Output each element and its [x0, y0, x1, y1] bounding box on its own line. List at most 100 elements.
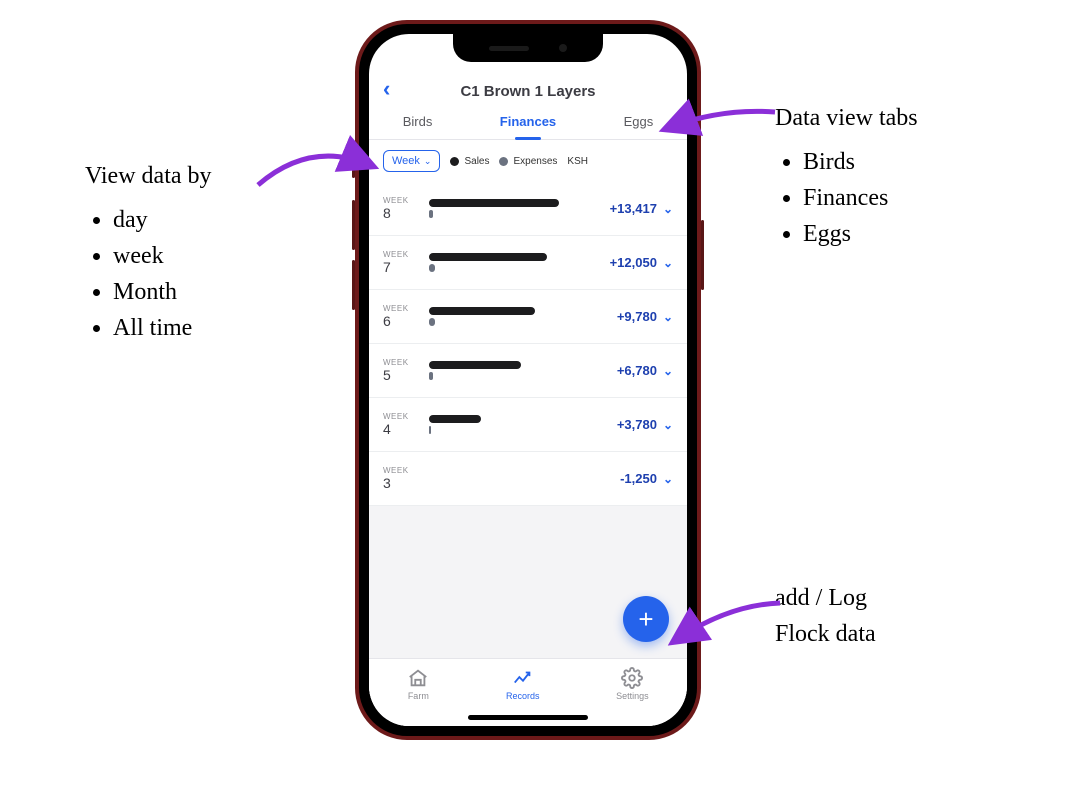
sales-dot-icon: [450, 157, 459, 166]
annotation-bottom-sub: Flock data: [775, 616, 876, 652]
annotation-list-item: Month: [113, 274, 212, 310]
finance-row[interactable]: WEEK5 +6,780 ⌄: [369, 344, 687, 398]
period-select[interactable]: Week ⌄: [383, 150, 440, 172]
finance-list[interactable]: WEEK8+13,417⌄WEEK7+12,050⌄WEEK6+9,780⌄WE…: [369, 182, 687, 726]
annotation-right-list: BirdsFinancesEggs: [803, 144, 918, 252]
annotation-right-title: Data view tabs: [775, 100, 918, 136]
tab-records[interactable]: Records: [506, 667, 540, 701]
week-label: WEEK: [383, 466, 419, 475]
sales-bar: [429, 361, 521, 369]
net-value-text: +3,780: [617, 417, 657, 432]
bar-column: [429, 361, 607, 380]
net-value-text: +13,417: [610, 201, 657, 216]
net-value[interactable]: +3,780 ⌄: [617, 417, 673, 432]
annotation-bottom-title: add / Log: [775, 580, 876, 616]
chevron-down-icon: ⌄: [663, 202, 673, 216]
annotation-left-title: View data by: [85, 158, 212, 194]
net-value-text: +12,050: [610, 255, 657, 270]
chevron-down-icon: ⌄: [663, 418, 673, 432]
home-indicator[interactable]: [468, 715, 588, 720]
farm-icon: [407, 667, 429, 689]
annotation-bottom: add / Log Flock data: [775, 580, 876, 652]
period-select-label: Week: [392, 155, 420, 167]
phone-screen: ‹ C1 Brown 1 Layers Birds Finances Eggs …: [369, 34, 687, 726]
legend-sales-label: Sales: [464, 156, 489, 167]
tab-settings-label: Settings: [616, 691, 649, 701]
week-column: WEEK3: [383, 466, 419, 491]
tab-farm-label: Farm: [408, 691, 429, 701]
annotation-list-item: week: [113, 238, 212, 274]
net-value[interactable]: -1,250⌄: [620, 471, 673, 486]
finance-row[interactable]: WEEK7 +12,050⌄: [369, 236, 687, 290]
finance-row[interactable]: WEEK4 +3,780 ⌄: [369, 398, 687, 452]
sales-bar: [429, 415, 481, 423]
add-log-button[interactable]: +: [623, 596, 669, 642]
legend-expenses-label: Expenses: [513, 156, 557, 167]
expenses-bar: [429, 318, 435, 326]
chevron-down-icon: ⌄: [663, 364, 673, 378]
power-button: [701, 220, 704, 290]
currency-label: KSH: [567, 156, 588, 167]
chevron-down-icon: ⌄: [663, 310, 673, 324]
legend-expenses: Expenses: [499, 156, 557, 167]
annotation-list-item: All time: [113, 310, 212, 346]
net-value-text: -1,250: [620, 471, 657, 486]
net-value[interactable]: +13,417 ⌄: [610, 201, 673, 216]
expenses-dot-icon: [499, 157, 508, 166]
week-label: WEEK: [383, 196, 419, 205]
tab-birds[interactable]: Birds: [399, 106, 437, 139]
annotation-arrow-bottom: [668, 595, 788, 660]
finance-row[interactable]: WEEK6 +9,780⌄: [369, 290, 687, 344]
phone-notch: [453, 34, 603, 62]
net-value[interactable]: +6,780 ⌄: [617, 363, 673, 378]
week-column: WEEK8: [383, 196, 419, 221]
back-button[interactable]: ‹: [383, 78, 390, 100]
week-number: 5: [383, 367, 419, 383]
volume-down-button: [352, 260, 355, 310]
filter-row: Week ⌄ Sales Expenses KSH: [369, 140, 687, 182]
finance-row[interactable]: WEEK3 -1,250⌄: [369, 452, 687, 506]
week-label: WEEK: [383, 304, 419, 313]
week-column: WEEK5: [383, 358, 419, 383]
annotation-left-list: dayweekMonthAll time: [113, 202, 212, 346]
data-view-tabs: Birds Finances Eggs: [369, 106, 687, 140]
annotation-list-item: Eggs: [803, 216, 918, 252]
records-icon: [512, 667, 534, 689]
tab-settings[interactable]: Settings: [616, 667, 649, 701]
week-column: WEEK7: [383, 250, 419, 275]
net-value[interactable]: +9,780⌄: [617, 309, 673, 324]
week-number: 4: [383, 421, 419, 437]
phone-bezel: ‹ C1 Brown 1 Layers Birds Finances Eggs …: [359, 24, 697, 736]
week-number: 8: [383, 205, 419, 221]
tab-records-label: Records: [506, 691, 540, 701]
chevron-down-icon: ⌄: [424, 156, 432, 167]
phone-frame: ‹ C1 Brown 1 Layers Birds Finances Eggs …: [355, 20, 701, 740]
week-number: 3: [383, 475, 419, 491]
expenses-bar: [429, 264, 435, 272]
annotation-list-item: day: [113, 202, 212, 238]
net-value[interactable]: +12,050⌄: [610, 255, 673, 270]
week-label: WEEK: [383, 250, 419, 259]
expenses-bar: [429, 210, 433, 218]
tab-eggs[interactable]: Eggs: [620, 106, 658, 139]
sales-bar: [429, 199, 559, 207]
page-title: C1 Brown 1 Layers: [460, 83, 595, 100]
expenses-bar: [429, 372, 433, 380]
bar-column: [429, 199, 600, 218]
annotation-arrow-left: [250, 130, 380, 205]
tab-finances[interactable]: Finances: [496, 106, 560, 139]
tab-farm[interactable]: Farm: [407, 667, 429, 701]
legend-sales: Sales: [450, 156, 489, 167]
chevron-left-icon: ‹: [383, 76, 390, 101]
annotation-right: Data view tabs BirdsFinancesEggs: [775, 100, 918, 252]
plus-icon: +: [638, 604, 653, 635]
volume-up-button: [352, 200, 355, 250]
week-column: WEEK4: [383, 412, 419, 437]
week-label: WEEK: [383, 358, 419, 367]
week-number: 6: [383, 313, 419, 329]
finance-row[interactable]: WEEK8 +13,417 ⌄: [369, 182, 687, 236]
annotation-arrow-right: [660, 100, 780, 155]
bar-column: [429, 415, 607, 434]
net-value-text: +6,780: [617, 363, 657, 378]
week-column: WEEK6: [383, 304, 419, 329]
